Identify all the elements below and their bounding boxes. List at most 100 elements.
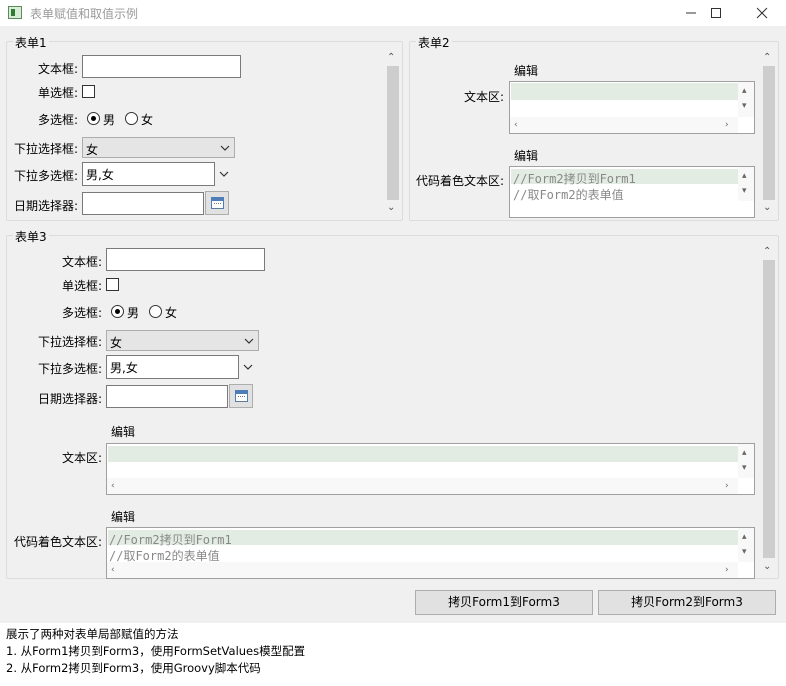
- form3-radio-male-label: 男: [127, 306, 140, 320]
- scroll-down-icon: ▾: [742, 463, 747, 473]
- maximize-icon: [711, 8, 721, 18]
- form2-scrollbar[interactable]: ⌃ ⌄: [761, 50, 777, 218]
- form3-checkbox[interactable]: [106, 278, 119, 291]
- chevron-down-icon[interactable]: [243, 362, 253, 372]
- scroll-right-icon: ›: [725, 565, 729, 575]
- form1-radio-female-label: 女: [141, 113, 154, 127]
- form3-select-label: 下拉选择框:: [37, 335, 102, 349]
- close-icon: [756, 7, 768, 19]
- copy-form1-to-form3-button[interactable]: 拷贝Form1到Form3: [415, 590, 593, 615]
- form3-code-hscroll[interactable]: ‹ ›: [107, 562, 738, 578]
- form3-radio-female[interactable]: [149, 305, 162, 318]
- scroll-down-icon: ▾: [742, 186, 747, 196]
- form3-code-vscroll[interactable]: ▴ ▾: [738, 528, 754, 562]
- form3-code-line-1: //Form2拷贝到Form1: [109, 533, 232, 547]
- form2-scroll-thumb[interactable]: [763, 66, 775, 200]
- scroll-up-icon: ▴: [742, 448, 747, 458]
- form2-textarea-label: 文本区:: [463, 90, 504, 104]
- form3-textarea-label: 文本区:: [61, 451, 102, 465]
- form1-radio-male[interactable]: [87, 112, 100, 125]
- form3-code-area[interactable]: //Form2拷贝到Form1 //取Form2的表单值 ▴ ▾ ‹ ›: [106, 527, 755, 579]
- form3-radio-male[interactable]: [111, 305, 124, 318]
- form3-radio-female-label: 女: [165, 306, 178, 320]
- form3-edit-label-1: 编辑: [111, 425, 136, 439]
- current-line-highlight: [511, 83, 738, 100]
- scroll-left-icon: ‹: [111, 481, 115, 491]
- form3-scrollbar[interactable]: ⌃ ⌄: [761, 244, 777, 577]
- close-button[interactable]: [739, 0, 785, 26]
- scroll-left-icon: ‹: [514, 120, 518, 130]
- form1-radio-male-label: 男: [103, 113, 116, 127]
- form3-select[interactable]: 女: [106, 330, 259, 351]
- calendar-icon: [235, 390, 248, 402]
- form2-textarea-hscroll[interactable]: ‹ ›: [510, 117, 738, 133]
- scroll-up-icon: ⌃: [387, 52, 396, 63]
- form1-checkbox-label: 单选框:: [37, 86, 78, 100]
- form3-radio-label: 多选框:: [61, 306, 102, 320]
- form1-radio-label: 多选框:: [37, 113, 78, 127]
- chevron-down-icon: [244, 338, 254, 344]
- form3-textarea-vscroll[interactable]: ▴ ▾: [738, 444, 754, 478]
- form3-date-label: 日期选择器:: [37, 392, 102, 406]
- form1-date-picker-button[interactable]: [205, 191, 229, 215]
- chevron-down-icon[interactable]: [219, 169, 229, 179]
- scroll-up-icon: ▴: [742, 532, 747, 542]
- form1-scroll-thumb[interactable]: [387, 66, 399, 200]
- form1-date-label: 日期选择器:: [13, 199, 78, 213]
- scroll-right-icon: ›: [725, 481, 729, 491]
- maximize-button[interactable]: [693, 0, 739, 26]
- form1-select-value: 女: [86, 143, 99, 157]
- copy-form2-to-form3-button[interactable]: 拷贝Form2到Form3: [598, 590, 776, 615]
- description-line-2: 1. 从Form1拷贝到Form3，使用FormSetValues模型配置: [6, 644, 306, 658]
- scroll-left-icon: ‹: [111, 565, 115, 575]
- form3-select-value: 女: [110, 336, 123, 350]
- form1-radio-female[interactable]: [125, 112, 138, 125]
- form2-code-vscroll[interactable]: ▴ ▾: [738, 167, 754, 201]
- form3-textarea[interactable]: ▴ ▾ ‹ ›: [106, 443, 755, 495]
- form2-code-label: 代码着色文本区:: [415, 174, 504, 188]
- form3-date-input[interactable]: [106, 385, 228, 408]
- form1-title: 表单1: [13, 34, 49, 51]
- form1-multiselect-label: 下拉多选框:: [13, 169, 78, 183]
- title-bar[interactable]: 表单赋值和取值示例: [0, 0, 786, 26]
- form3-multiselect-label: 下拉多选框:: [37, 362, 102, 376]
- scroll-up-icon: ▴: [742, 171, 747, 181]
- form1-select-label: 下拉选择框:: [13, 142, 78, 156]
- description-line-3: 2. 从Form2拷贝到Form3，使用Groovy脚本代码: [6, 661, 261, 675]
- form2-edit-label-1: 编辑: [514, 64, 539, 78]
- description-panel: 展示了两种对表单局部赋值的方法 1. 从Form1拷贝到Form3，使用Form…: [0, 623, 786, 686]
- form2-code-area[interactable]: //Form2拷贝到Form1 //取Form2的表单值 ▴ ▾: [509, 166, 755, 218]
- form3-checkbox-label: 单选框:: [61, 279, 102, 293]
- scroll-up-icon: ⌃: [763, 246, 772, 257]
- window-title: 表单赋值和取值示例: [30, 7, 139, 21]
- scroll-down-icon: ⌄: [387, 202, 396, 213]
- form1-scrollbar[interactable]: ⌃ ⌄: [385, 50, 401, 218]
- scroll-up-icon: ⌃: [763, 52, 772, 63]
- form1-text-label: 文本框:: [37, 62, 78, 76]
- form3-text-input[interactable]: [106, 248, 265, 271]
- form1-select[interactable]: 女: [82, 137, 235, 158]
- current-line-highlight: [108, 446, 738, 462]
- form3-title: 表单3: [13, 228, 49, 245]
- form3-text-label: 文本框:: [61, 255, 102, 269]
- scroll-right-icon: ›: [725, 120, 729, 130]
- form3-textarea-hscroll[interactable]: ‹ ›: [107, 478, 738, 494]
- form1-multiselect-input[interactable]: 男,女: [82, 162, 215, 186]
- form2-textarea[interactable]: ▴ ▾ ‹ ›: [509, 81, 755, 134]
- form2-edit-label-2: 编辑: [514, 149, 539, 163]
- form2-code-line-2: //取Form2的表单值: [513, 188, 624, 202]
- scroll-down-icon: ▾: [742, 547, 747, 557]
- form1-date-input[interactable]: [82, 192, 204, 215]
- chevron-down-icon: [220, 145, 230, 151]
- form1-checkbox[interactable]: [82, 85, 95, 98]
- form3-code-label: 代码着色文本区:: [13, 535, 102, 549]
- form3-multiselect-input[interactable]: 男,女: [106, 355, 239, 379]
- form1-text-input[interactable]: [82, 55, 241, 78]
- calendar-icon: [211, 197, 224, 209]
- form3-scroll-thumb[interactable]: [763, 260, 775, 558]
- form2-title: 表单2: [416, 34, 452, 51]
- scroll-down-icon: ⌄: [763, 202, 772, 213]
- form2-textarea-vscroll[interactable]: ▴ ▾: [738, 82, 754, 117]
- scroll-down-icon: ⌄: [763, 561, 772, 572]
- form3-date-picker-button[interactable]: [229, 384, 253, 408]
